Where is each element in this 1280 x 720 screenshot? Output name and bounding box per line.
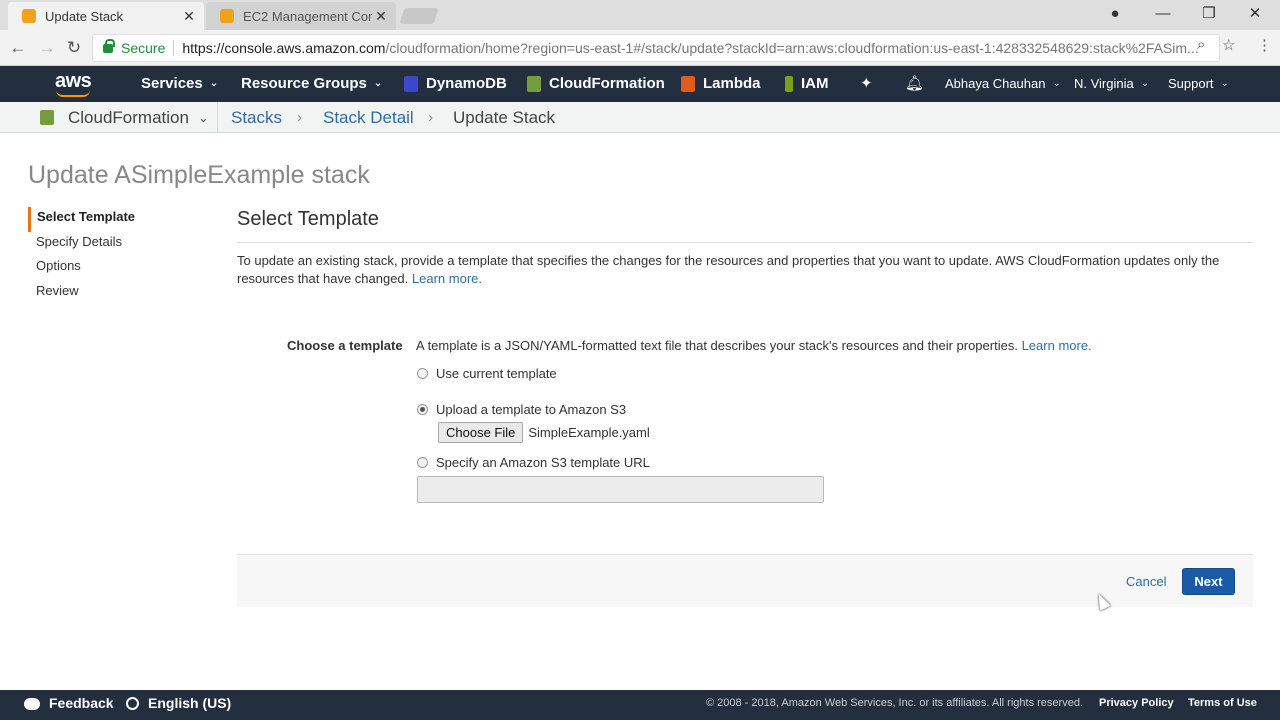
dynamodb-icon: [404, 76, 418, 92]
intro-text: To update an existing stack, provide a t…: [237, 253, 1220, 286]
back-icon[interactable]: ←: [7, 37, 29, 59]
url-text: https://console.aws.amazon.com/cloudform…: [182, 40, 1199, 56]
cloudformation-icon: [40, 110, 54, 125]
aws-favicon-icon: [22, 9, 36, 23]
learn-more-link[interactable]: Learn more.: [412, 271, 482, 286]
aws-favicon-icon: [220, 9, 234, 23]
step-options[interactable]: Options: [28, 256, 208, 281]
cancel-button[interactable]: Cancel: [1126, 574, 1166, 589]
close-tab-icon[interactable]: ✕: [180, 8, 198, 25]
choose-template-label: Choose a template: [287, 338, 403, 353]
section-title: Select Template: [237, 208, 379, 230]
reload-icon[interactable]: ↻: [63, 37, 85, 59]
lock-icon: [103, 38, 115, 53]
console-footer: Feedback English (US) © 2008 - 2018, Ama…: [0, 690, 1280, 720]
feedback-bubble-icon: [24, 697, 40, 710]
step-select-template[interactable]: Select Template: [28, 207, 208, 232]
forward-icon[interactable]: →: [36, 37, 58, 59]
secure-label: Secure: [121, 40, 166, 56]
user-menu[interactable]: Abhaya Chauhan ⌄: [945, 66, 1061, 102]
close-window-icon[interactable]: ✕: [1232, 0, 1278, 30]
privacy-policy-link[interactable]: Privacy Policy: [1099, 690, 1174, 717]
close-tab-icon[interactable]: ✕: [372, 8, 390, 25]
support-menu[interactable]: Support ⌄: [1168, 66, 1229, 102]
copyright-text: © 2008 - 2018, Amazon Web Services, Inc.…: [706, 697, 1083, 709]
cloudformation-icon: [527, 76, 541, 92]
tab-title: Update Stack: [45, 8, 124, 24]
breadcrumb-current: Update Stack: [453, 108, 556, 127]
iam-icon: [785, 76, 793, 92]
step-review[interactable]: Review: [28, 281, 208, 306]
shortcut-lambda[interactable]: Lambda: [681, 66, 761, 102]
language-selector[interactable]: English (US): [126, 690, 231, 717]
bell-icon[interactable]: 🔔︎: [905, 66, 924, 102]
option-current-template[interactable]: Use current template: [416, 366, 557, 381]
breadcrumb-stacks[interactable]: Stacks: [231, 102, 282, 133]
globe-icon: [126, 697, 139, 710]
option-s3-url[interactable]: Specify an Amazon S3 template URL: [416, 455, 650, 470]
terms-of-use-link[interactable]: Terms of Use: [1188, 690, 1257, 717]
lambda-icon: [681, 76, 695, 92]
shortcut-cloudformation[interactable]: CloudFormation: [527, 66, 665, 102]
breadcrumb-stack-detail[interactable]: Stack Detail: [323, 102, 414, 133]
aws-top-nav: aws Services ⌄ Resource Groups ⌄ DynamoDB …: [0, 66, 1280, 102]
feedback-button[interactable]: Feedback: [24, 690, 114, 717]
breadcrumb: CloudFormation ⌄ Stacks › Stack Detail ›…: [0, 102, 1280, 133]
service-switcher[interactable]: CloudFormation ⌄: [40, 102, 209, 133]
step-specify-details[interactable]: Specify Details: [28, 232, 208, 257]
aws-logo-smile-icon: [56, 90, 90, 97]
zoom-icon[interactable]: ⌕: [1197, 36, 1205, 53]
pin-icon[interactable]: ✦: [860, 66, 873, 102]
address-bar: ← → ↻ Secure https://console.aws.amazon.…: [0, 30, 1280, 66]
option-upload-template[interactable]: Upload a template to Amazon S3: [416, 402, 626, 417]
choose-file-button[interactable]: Choose File: [438, 422, 524, 443]
browser-tab-update-stack[interactable]: Update Stack ✕: [8, 2, 204, 30]
minimize-icon[interactable]: —: [1140, 0, 1186, 30]
radio-upload-template[interactable]: [417, 404, 428, 415]
file-picker: Choose File SimpleExample.yaml: [438, 422, 650, 443]
restore-icon[interactable]: ❐: [1186, 0, 1232, 30]
tab-title: EC2 Management Conso: [243, 8, 372, 24]
radio-current-template[interactable]: [417, 368, 428, 379]
page-title: Update ASimpleExample stack: [28, 161, 370, 189]
s3-template-url-input[interactable]: [417, 476, 824, 503]
divider: [237, 242, 1253, 243]
menu-icon[interactable]: ⋮: [1257, 36, 1272, 54]
breadcrumb-separator-icon: ›: [428, 109, 433, 126]
bookmark-star-icon[interactable]: ☆: [1222, 36, 1235, 54]
new-tab-button[interactable]: [399, 8, 439, 24]
choose-template-description: A template is a JSON/YAML-formatted text…: [416, 338, 1092, 353]
selected-file-name: SimpleExample.yaml: [528, 425, 650, 440]
browser-tab-ec2[interactable]: EC2 Management Conso ✕: [206, 2, 396, 30]
shortcut-dynamodb[interactable]: DynamoDB: [404, 66, 507, 102]
chevron-down-icon: ⌄: [209, 78, 219, 89]
next-button[interactable]: Next: [1182, 568, 1235, 595]
url-input[interactable]: Secure https://console.aws.amazon.com/cl…: [92, 34, 1220, 62]
breadcrumb-separator-icon: ›: [297, 109, 302, 126]
region-menu[interactable]: N. Virginia ⌄: [1074, 66, 1149, 102]
account-icon[interactable]: ●: [1092, 0, 1138, 30]
radio-s3-url[interactable]: [417, 457, 428, 468]
wizard-steps: Select Template Specify Details Options …: [28, 207, 208, 305]
services-menu[interactable]: Services ⌄: [141, 66, 218, 102]
learn-more-link[interactable]: Learn more.: [1022, 338, 1092, 353]
chevron-down-icon: ⌄: [373, 78, 383, 89]
chevron-down-icon: ⌄: [1140, 78, 1150, 89]
chevron-down-icon: ⌄: [197, 109, 209, 125]
browser-tab-bar: Update Stack ✕ EC2 Management Conso ✕ ● …: [0, 0, 1280, 30]
resource-groups-menu[interactable]: Resource Groups ⌄: [241, 66, 382, 102]
chevron-down-icon: ⌄: [1052, 78, 1061, 89]
chevron-down-icon: ⌄: [1220, 78, 1229, 89]
shortcut-iam[interactable]: IAM: [785, 66, 829, 102]
